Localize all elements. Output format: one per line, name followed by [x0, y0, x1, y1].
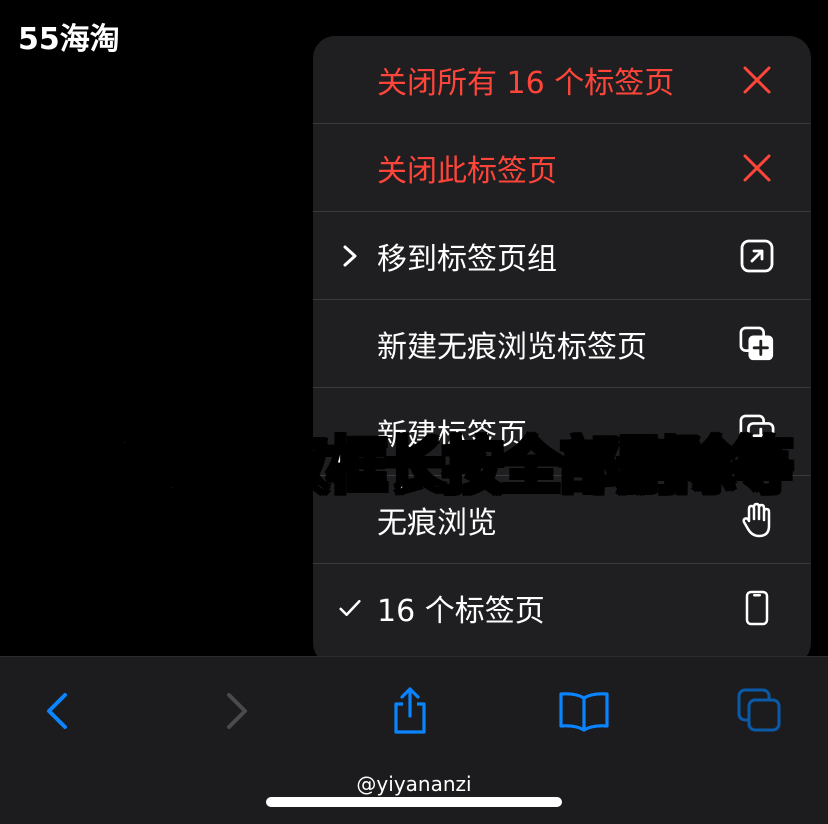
menu-item-tab-count[interactable]: 16 个标签页 [313, 564, 811, 652]
share-icon [390, 686, 430, 740]
close-x-icon [739, 150, 775, 186]
tabs-button[interactable] [734, 687, 786, 739]
share-button[interactable] [384, 687, 436, 739]
bookmarks-button[interactable] [558, 687, 610, 739]
back-button[interactable] [32, 687, 84, 739]
forward-icon [221, 691, 251, 735]
close-x-icon [739, 62, 775, 98]
forward-button[interactable] [210, 687, 262, 739]
menu-item-label: 16 个标签页 [377, 594, 545, 629]
menu-item-label: 新建无痕浏览标签页 [377, 329, 647, 365]
menu-item-label: 关闭此标签页 [377, 153, 557, 189]
menu-item-new-private-tab[interactable]: 新建无痕浏览标签页 [313, 300, 811, 388]
overlay-caption: 网页底部双框长按全部删除等 [36, 431, 795, 504]
menu-item-move-to-tab-group[interactable]: 移到标签页组 [313, 212, 811, 300]
home-indicator[interactable] [266, 797, 562, 807]
tab-context-menu: 关闭所有 16 个标签页 关闭此标签页 移到标签页组 新建无痕浏览标签页 新建标… [313, 36, 811, 665]
menu-item-label: 移到标签页组 [377, 241, 557, 277]
menu-item-label: 关闭所有 16 个标签页 [377, 65, 675, 101]
watermark-logo: 55海淘 [18, 22, 120, 57]
menu-item-close-this-tab[interactable]: 关闭此标签页 [313, 124, 811, 212]
bookmarks-icon [558, 690, 610, 736]
hand-icon [739, 502, 775, 538]
phone-icon [739, 590, 775, 626]
move-arrow-box-icon [739, 238, 775, 274]
back-icon [43, 691, 73, 735]
checkmark-icon [339, 597, 361, 619]
chevron-right-icon [339, 245, 361, 267]
new-private-tab-icon [739, 326, 775, 362]
menu-item-close-all-tabs[interactable]: 关闭所有 16 个标签页 [313, 36, 811, 124]
tabs-icon [736, 687, 784, 739]
author-handle-watermark: @yiyananzi [356, 772, 472, 796]
